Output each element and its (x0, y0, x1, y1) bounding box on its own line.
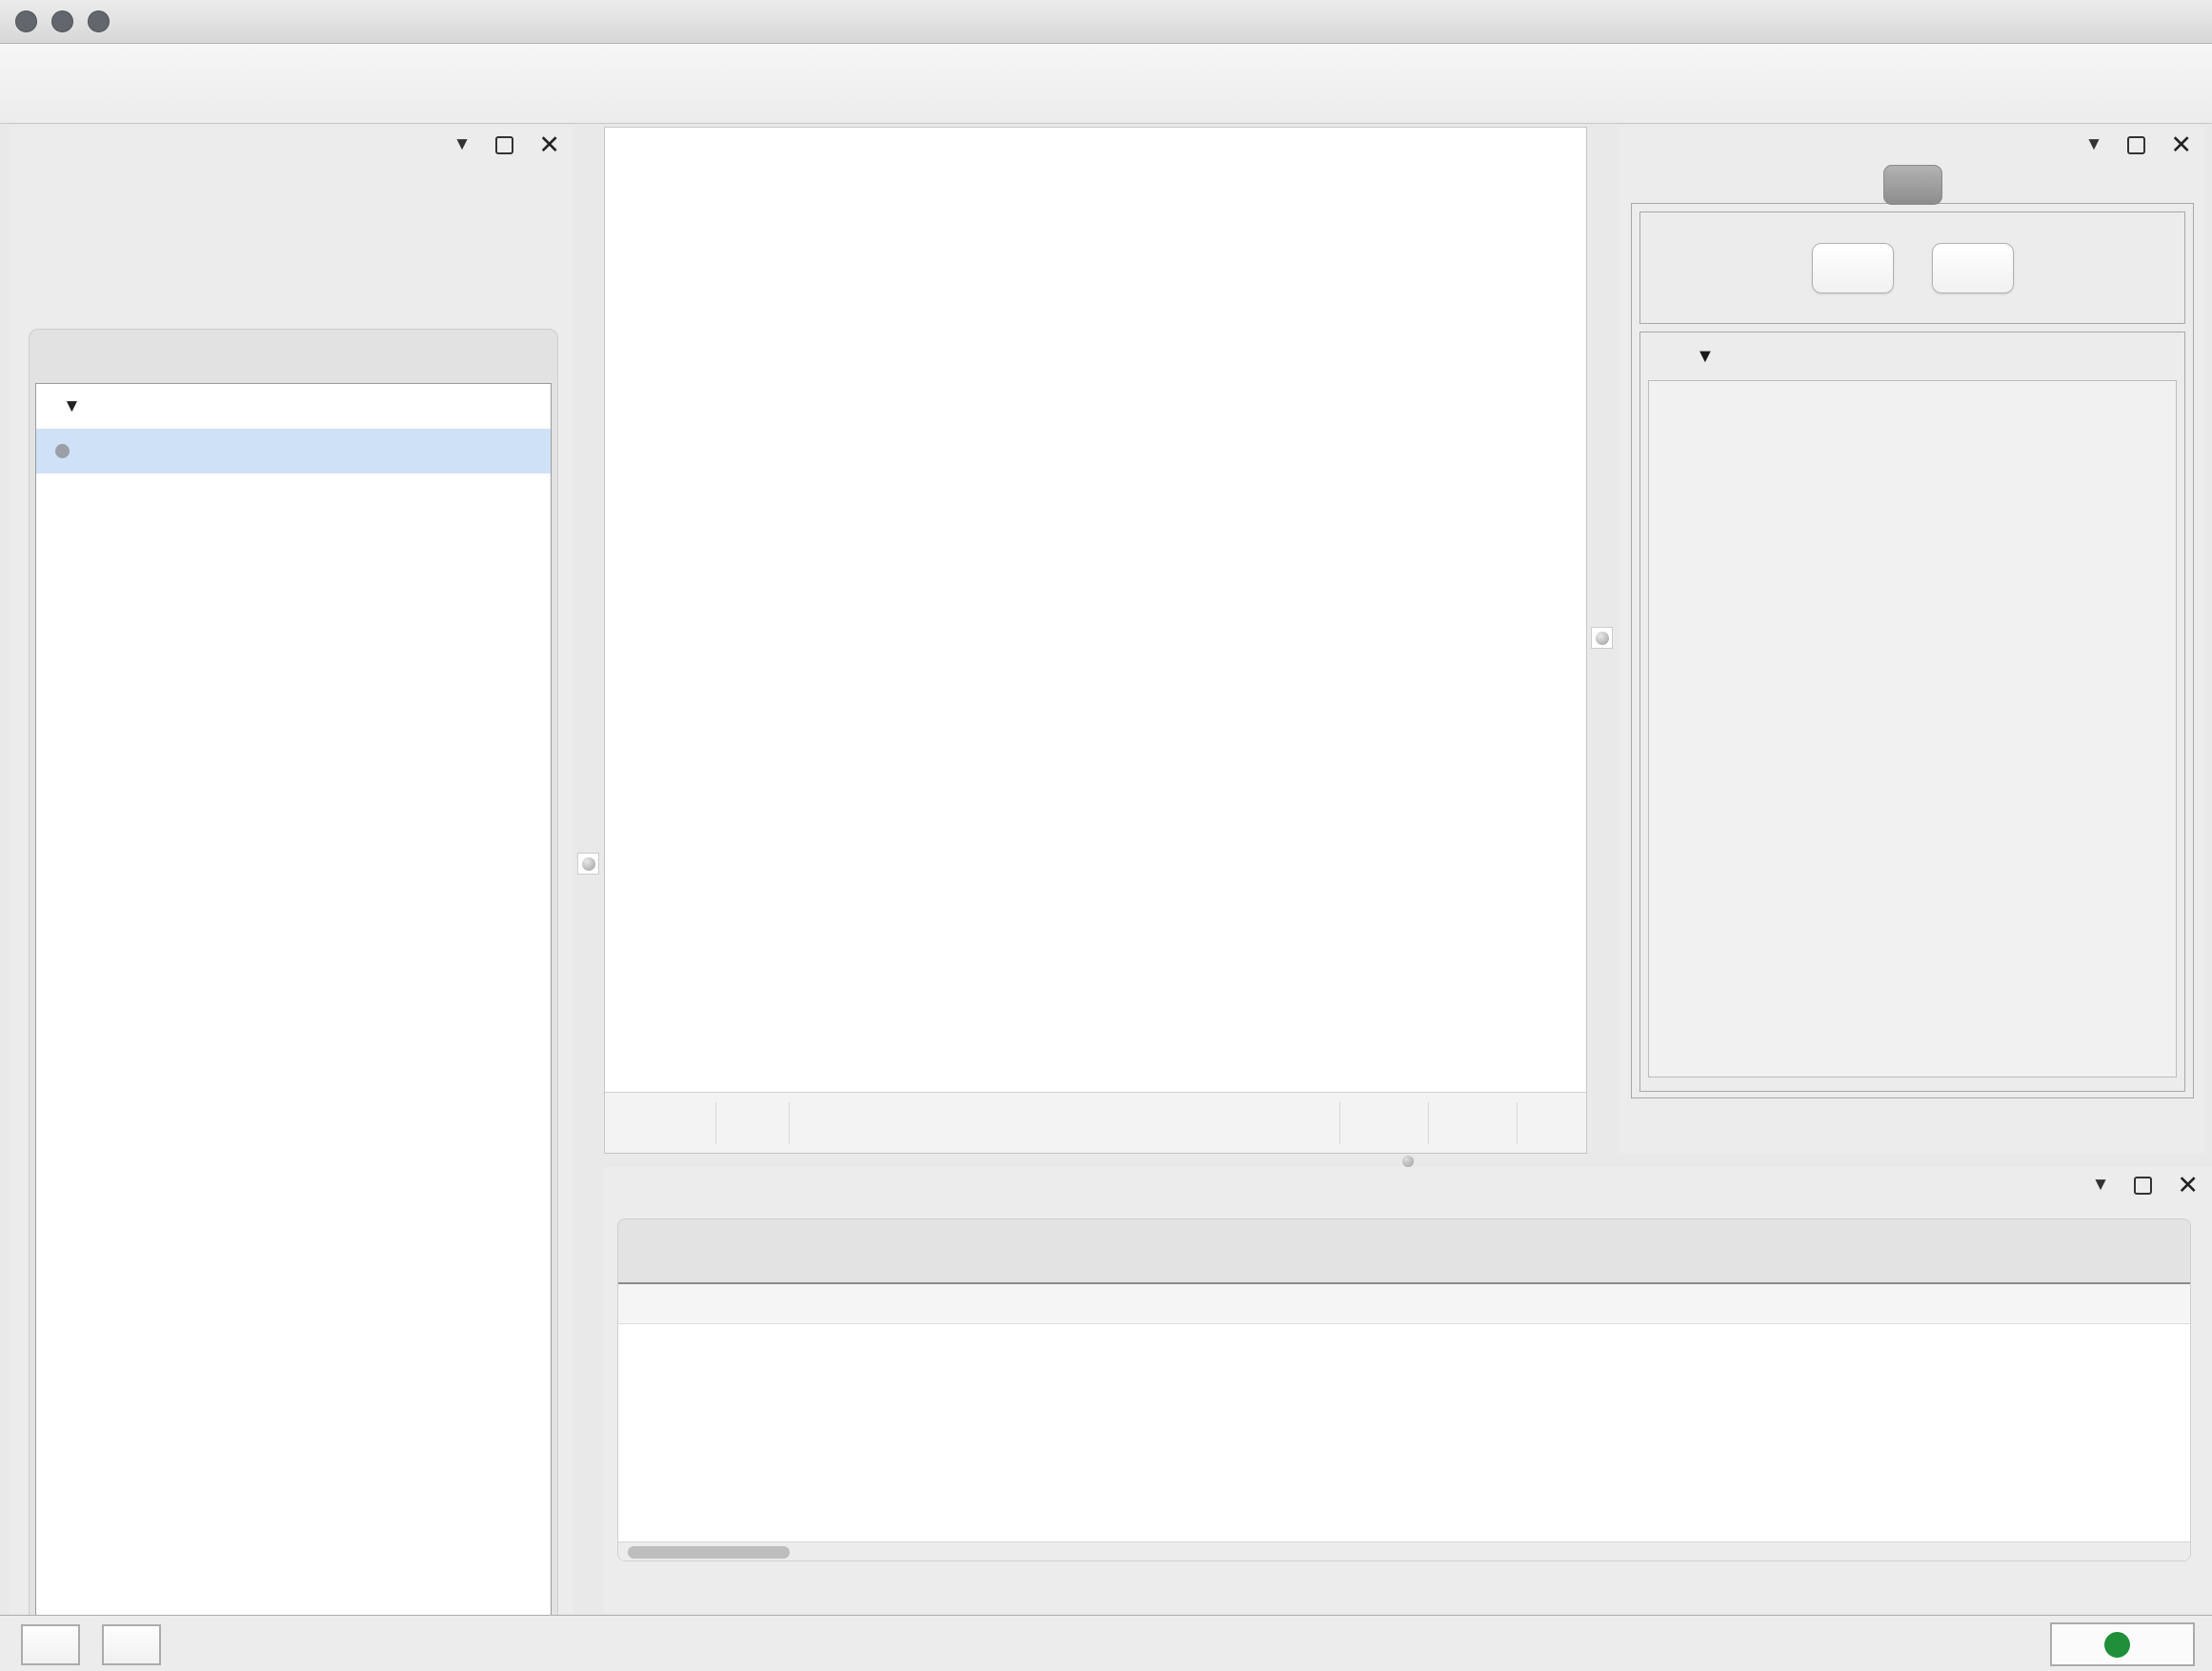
panel-menu-icon[interactable]: ▼ (2092, 1175, 2110, 1196)
panel-close-icon[interactable]: ✕ (538, 132, 560, 158)
right-splitter[interactable] (1587, 127, 1618, 1154)
detach-view-icon[interactable] (732, 1102, 774, 1144)
panel-menu-icon[interactable]: ▼ (453, 134, 472, 155)
collapse-all-button[interactable] (1932, 243, 2014, 293)
hidden-eye-icon[interactable] (1444, 1102, 1486, 1144)
network-view[interactable] (604, 127, 1587, 1154)
main-toolbar (0, 44, 2212, 124)
horizontal-splitter[interactable] (604, 1154, 2212, 1167)
results-panel: ▼ ✕ ▼ (1619, 127, 2205, 1154)
table-panel: ▼ ✕ (604, 1167, 2212, 1613)
status-bar (0, 1615, 2212, 1671)
grid-view-icon[interactable] (616, 1102, 658, 1144)
table-toolbar (618, 1219, 2190, 1282)
network-icon (90, 434, 125, 469)
network-status-dot (55, 444, 70, 458)
cloud-button[interactable] (21, 1624, 80, 1665)
node-table (618, 1282, 2190, 1561)
selected-checkbox-icon[interactable] (1356, 1102, 1398, 1144)
scrollbar-thumb[interactable] (628, 1546, 790, 1559)
control-panel: ▼ ✕ ▼ (10, 127, 573, 1613)
minimize-button[interactable] (51, 10, 73, 32)
network-tree-child-row[interactable] (36, 429, 551, 473)
title-bar (0, 0, 2212, 44)
table-header-row (618, 1284, 2190, 1324)
panel-float-icon[interactable] (2134, 1177, 2152, 1195)
left-splitter[interactable] (573, 127, 604, 1154)
network-view-toolbar (605, 1092, 1586, 1153)
tree-expander-icon[interactable]: ▼ (63, 396, 88, 417)
network-tree-root-row[interactable]: ▼ (36, 384, 551, 429)
network-manager: ▼ (29, 329, 558, 1671)
network-tree: ▼ (35, 383, 552, 1671)
app-window: { "window": { "title": "Session: New Ses… (0, 0, 2212, 1671)
network-thumb-icon[interactable] (658, 1102, 700, 1144)
cdk1-entry-header[interactable]: ▼ (1640, 332, 2184, 380)
tab-string[interactable] (1883, 165, 1942, 205)
table-horizontal-scrollbar[interactable] (618, 1541, 2190, 1561)
panel-close-icon[interactable]: ✕ (2177, 1173, 2199, 1198)
panel-float-icon[interactable] (2127, 136, 2145, 154)
network-canvas[interactable] (605, 128, 1586, 1092)
zoom-button[interactable] (88, 10, 110, 32)
collapse-entry-icon[interactable]: ▼ (1696, 346, 1715, 368)
panel-float-icon[interactable] (495, 136, 513, 154)
panel-menu-icon[interactable]: ▼ (2085, 134, 2103, 155)
birdseye-icon[interactable] (1533, 1102, 1575, 1144)
warnings-button[interactable] (102, 1624, 161, 1665)
memory-status-dot (2104, 1632, 2130, 1658)
memory-button[interactable] (2050, 1622, 2195, 1666)
close-button[interactable] (15, 10, 37, 32)
expand-all-button[interactable] (1812, 243, 1894, 293)
panel-close-icon[interactable]: ✕ (2170, 132, 2192, 158)
string-results-box: ▼ (1631, 203, 2194, 1098)
cdk1-entry: ▼ (1639, 332, 2185, 1092)
traffic-lights (15, 10, 110, 32)
